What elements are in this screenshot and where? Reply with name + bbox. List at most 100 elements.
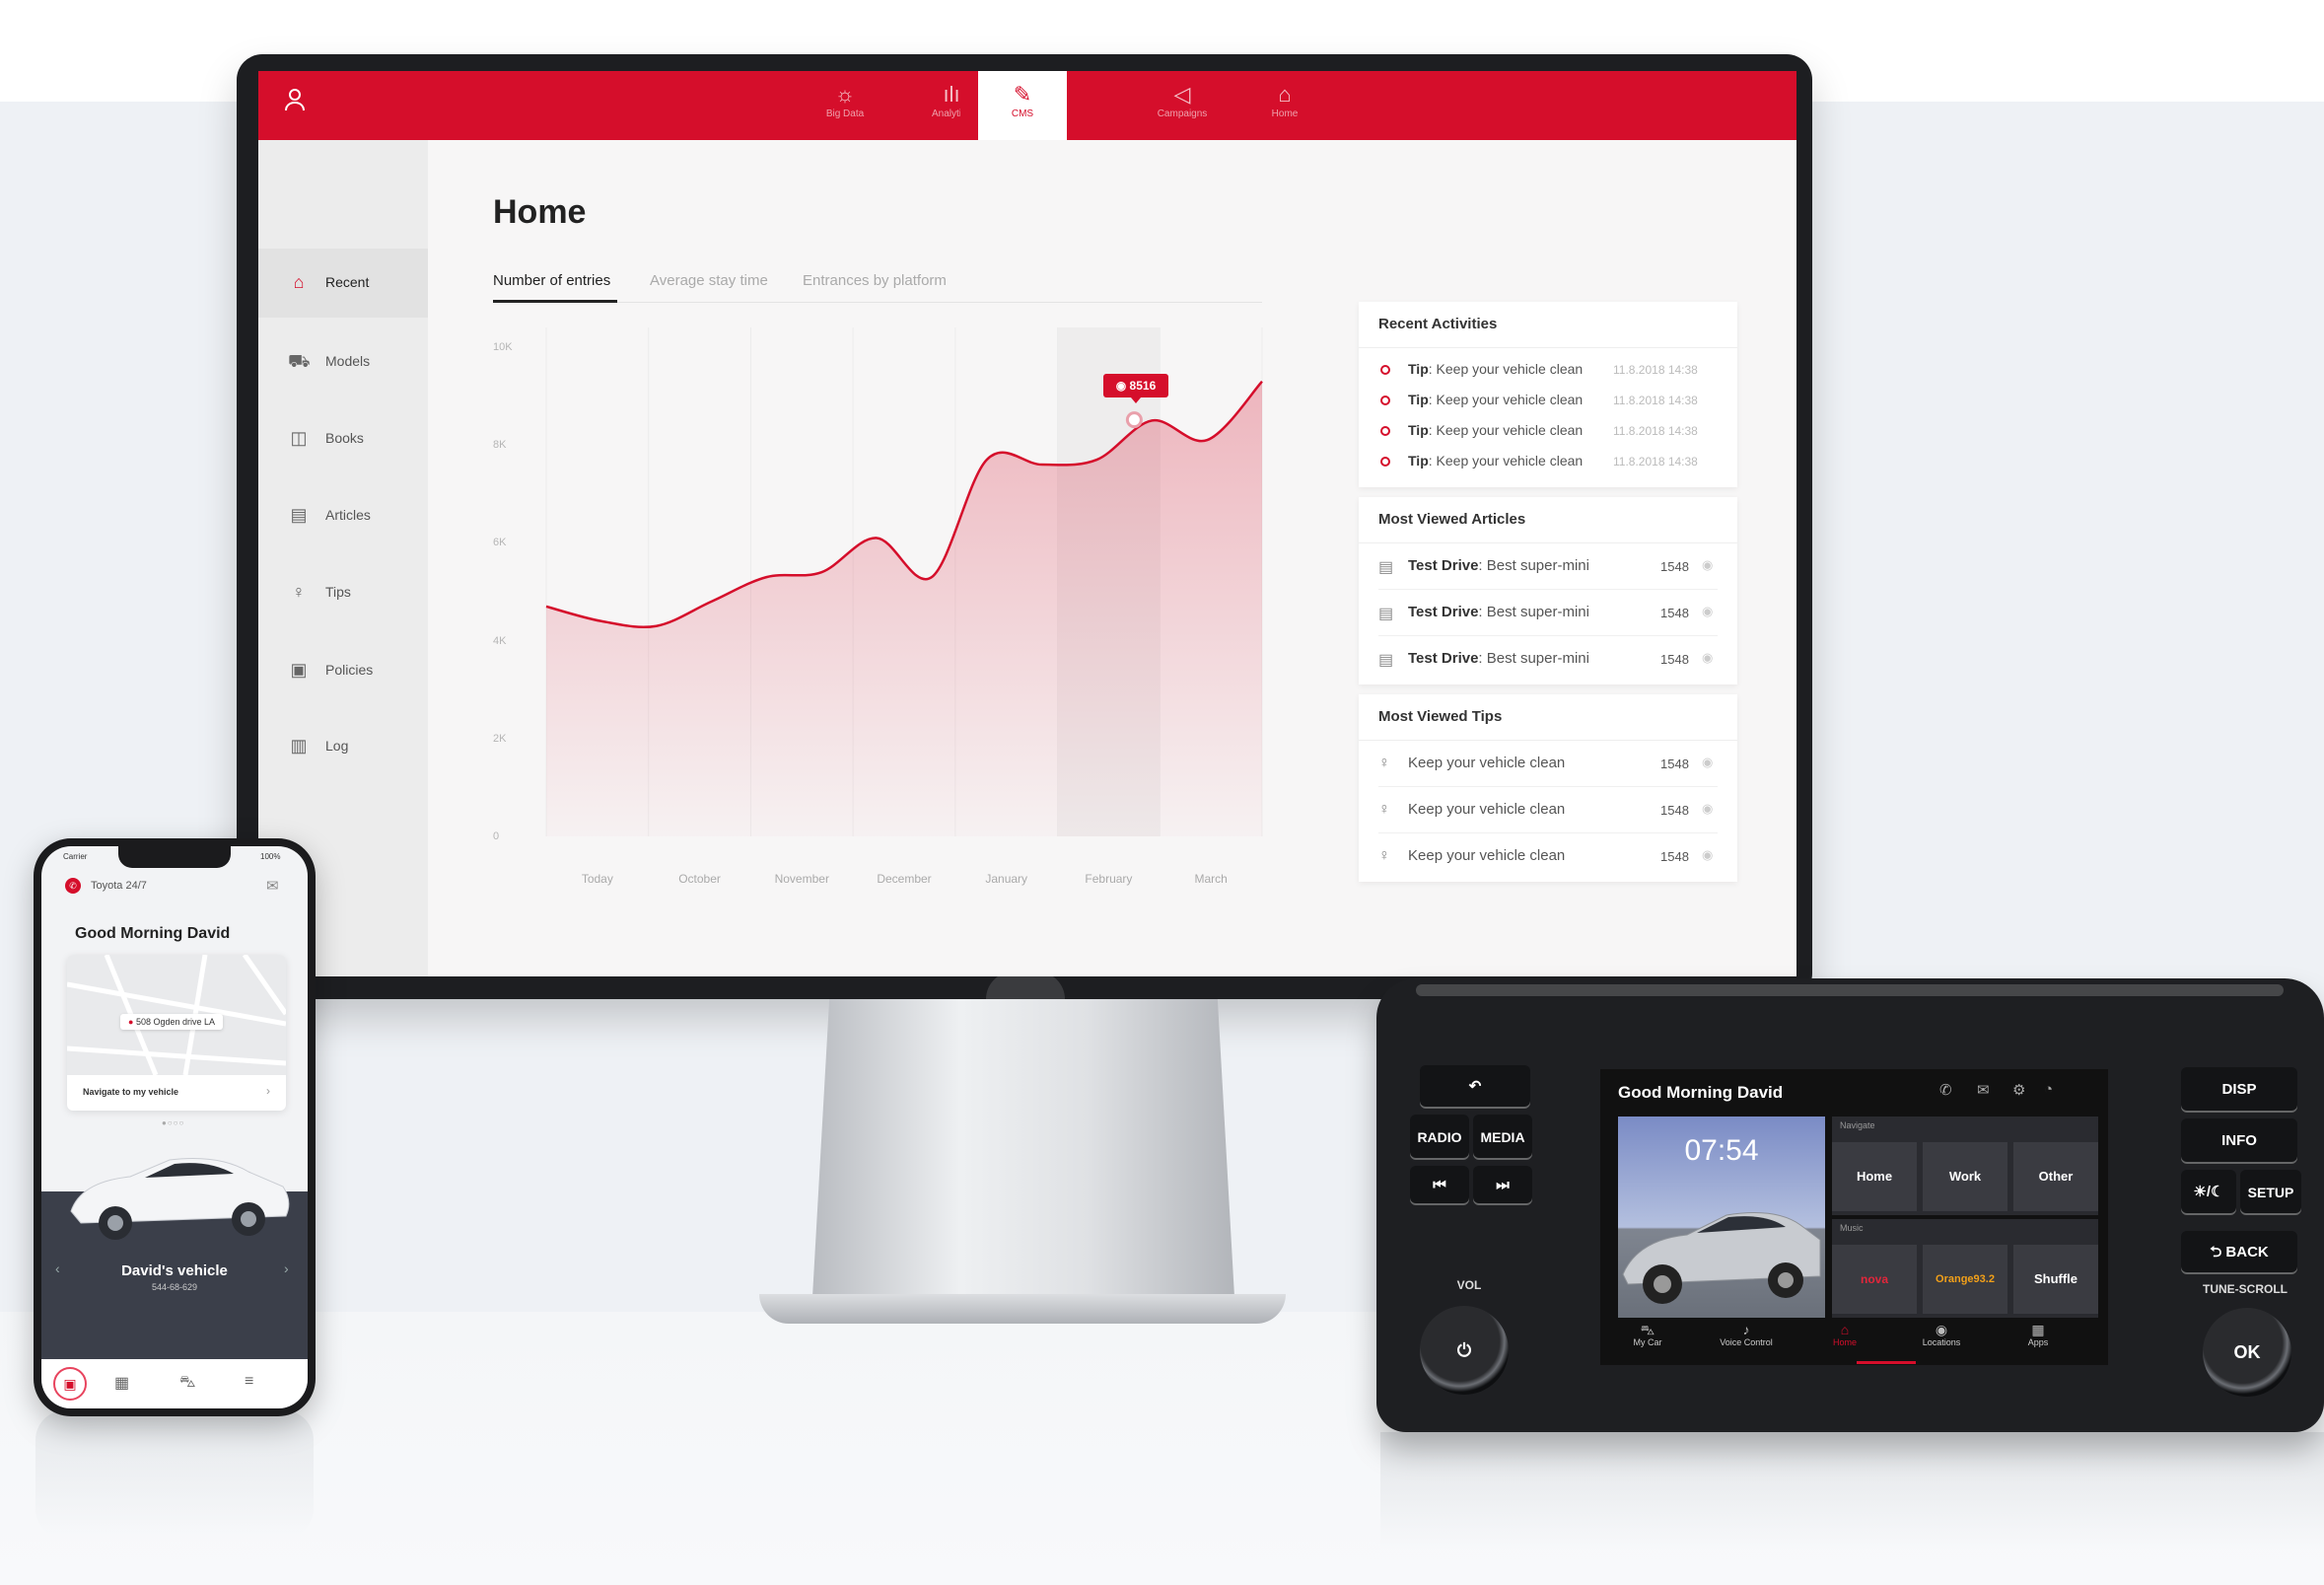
phone-reflection bbox=[35, 1410, 314, 1539]
tip-title: Keep your vehicle clean bbox=[1408, 801, 1566, 818]
eye-icon: ◉ bbox=[1115, 379, 1130, 393]
music-section: Music nova Orange93.2 Shuffle bbox=[1832, 1219, 2098, 1318]
article-row[interactable]: ▤ Test Drive: Best super-mini 1548 ◉ bbox=[1359, 590, 1737, 636]
phone-notch bbox=[118, 846, 231, 868]
tab-my-car[interactable]: ⛍ My Car bbox=[1608, 1322, 1687, 1347]
activity-row[interactable]: Tip: Keep your vehicle clean 11.8.2018 14… bbox=[1378, 359, 1724, 383]
article-category: Test Drive bbox=[1408, 604, 1479, 620]
lightbulb-icon: ♀ bbox=[1378, 755, 1390, 771]
mail-icon[interactable]: ✉ bbox=[266, 877, 279, 895]
activity-row[interactable]: Tip: Keep your vehicle clean 11.8.2018 14… bbox=[1378, 390, 1724, 413]
view-count: 1548 bbox=[1660, 803, 1689, 818]
address-text: 508 Ogden drive LA bbox=[135, 1017, 215, 1027]
cms-screen: ☼ Big Data ılı Analytics ✎ CMS ◁ Campaigns ⌂… bbox=[258, 71, 1796, 976]
pager-dots: ●○○○ bbox=[162, 1118, 185, 1127]
x-tick-label: October bbox=[678, 872, 721, 886]
map-card[interactable]: ● 508 Ogden drive LA Navigate to my vehi… bbox=[67, 955, 286, 1111]
highlight-point[interactable] bbox=[1125, 411, 1143, 429]
chart-tooltip: ◉ 8516 bbox=[1103, 374, 1168, 403]
next-track-button[interactable]: ⏭ bbox=[1473, 1166, 1532, 1205]
previous-track-button[interactable]: ⏮ bbox=[1410, 1166, 1469, 1205]
ok-knob[interactable]: OK bbox=[2203, 1308, 2291, 1397]
phone-tab-bar: ▣ ▦ ⛍ ≡ bbox=[41, 1359, 308, 1408]
back-button[interactable]: ⮌ BACK bbox=[2181, 1231, 2297, 1274]
phone-screen: Carrier 100% ✆ Toyota 24/7 ✉ Good Mornin… bbox=[41, 846, 308, 1408]
previous-icon: ⏮ bbox=[1433, 1177, 1446, 1193]
most-viewed-tips-card: Most Viewed Tips ♀ Keep your vehicle clea… bbox=[1359, 694, 1737, 882]
tip-row[interactable]: ♀ Keep your vehicle clean 1548 ◉ bbox=[1359, 787, 1737, 833]
monitor-stand bbox=[812, 999, 1234, 1297]
view-count: 1548 bbox=[1660, 849, 1689, 864]
back-icon: ⮌ bbox=[2210, 1244, 2226, 1261]
tab-dealer-icon[interactable]: ▦ bbox=[114, 1373, 129, 1393]
head-unit-reflection bbox=[1380, 1432, 2324, 1550]
navigate-link[interactable]: Navigate to my vehicle bbox=[83, 1087, 178, 1097]
radio-button[interactable]: RADIO bbox=[1410, 1115, 1469, 1160]
tab-apps[interactable]: ▦ Apps bbox=[1999, 1322, 2078, 1347]
tip-row[interactable]: ♀ Keep your vehicle clean 1548 ◉ bbox=[1359, 833, 1737, 880]
tooltip-value: 8516 bbox=[1129, 379, 1157, 393]
activity-text: : Keep your vehicle clean bbox=[1428, 453, 1584, 468]
brightness-button[interactable]: ☀/☾ bbox=[2181, 1170, 2236, 1215]
next-icon: ⏭ bbox=[1496, 1177, 1510, 1193]
home-icon: ⌂ bbox=[1840, 1322, 1850, 1337]
dot-icon bbox=[1380, 396, 1390, 405]
info-button[interactable]: INFO bbox=[2181, 1118, 2297, 1164]
lightbulb-icon: ♀ bbox=[1378, 847, 1390, 864]
head-unit-screen: Good Morning David ✆ ✉ ⚙ ◔ 07:54 Navigat… bbox=[1600, 1069, 2108, 1365]
activity-text: : Keep your vehicle clean bbox=[1428, 361, 1584, 377]
card-title: Most Viewed Tips bbox=[1378, 708, 1503, 725]
station-nova-button[interactable]: nova bbox=[1832, 1245, 1917, 1314]
mic-icon[interactable]: ◔ bbox=[2044, 1081, 2053, 1098]
tab-voice-control[interactable]: ♪ Voice Control bbox=[1707, 1322, 1786, 1347]
view-count: 1548 bbox=[1660, 652, 1689, 667]
activity-date: 11.8.2018 14:38 bbox=[1613, 363, 1698, 377]
series-area bbox=[546, 381, 1262, 836]
view-count: 1548 bbox=[1660, 606, 1689, 620]
gear-icon[interactable]: ⚙ bbox=[2012, 1081, 2025, 1099]
lightbulb-icon: ♀ bbox=[1378, 801, 1390, 818]
media-button[interactable]: MEDIA bbox=[1473, 1115, 1532, 1160]
x-tick-label: February bbox=[1085, 872, 1133, 886]
brand-label: Toyota 24/7 bbox=[91, 880, 147, 892]
vehicle-name: David's vehicle bbox=[121, 1262, 228, 1279]
menu-icon[interactable]: ≡ bbox=[245, 1373, 253, 1391]
tip-row[interactable]: ♀ Keep your vehicle clean 1548 ◉ bbox=[1359, 741, 1737, 787]
station-orange-button[interactable]: Orange93.2 bbox=[1923, 1245, 2007, 1314]
nav-home-button[interactable]: Home bbox=[1832, 1142, 1917, 1211]
tab-home[interactable]: ⌂ Home bbox=[1805, 1322, 1884, 1347]
phone-icon: ↶ bbox=[1468, 1078, 1482, 1095]
tune-scroll-label: TUNE-SCROLL bbox=[2203, 1282, 2288, 1296]
phone-call-icon[interactable]: ✆ bbox=[65, 878, 81, 894]
most-viewed-articles-card: Most Viewed Articles ▤ Test Drive: Best s… bbox=[1359, 497, 1737, 684]
volume-knob[interactable]: ⏻ bbox=[1420, 1306, 1509, 1395]
divider bbox=[1359, 347, 1737, 348]
tab-car-icon[interactable]: ⛍ bbox=[179, 1373, 196, 1393]
nav-work-button[interactable]: Work bbox=[1923, 1142, 2007, 1211]
greeting: Good Morning David bbox=[75, 925, 231, 942]
article-row[interactable]: ▤ Test Drive: Best super-mini 1548 ◉ bbox=[1359, 636, 1737, 683]
map-pin-icon: ● bbox=[128, 1017, 136, 1027]
car-image bbox=[70, 1158, 290, 1240]
address-pin: ● 508 Ogden drive LA bbox=[120, 1014, 223, 1030]
article-title: : Best super-mini bbox=[1478, 604, 1589, 620]
article-row[interactable]: ▤ Test Drive: Best super-mini 1548 ◉ bbox=[1359, 543, 1737, 590]
setup-button[interactable]: SETUP bbox=[2240, 1170, 2301, 1215]
tab-home-icon[interactable]: ▣ bbox=[53, 1367, 87, 1401]
tab-locations[interactable]: ◉ Locations bbox=[1902, 1322, 1981, 1347]
phone-hw-button[interactable]: ↶ bbox=[1420, 1065, 1530, 1109]
mail-icon[interactable]: ✉ bbox=[1977, 1081, 1990, 1099]
shuffle-button[interactable]: Shuffle bbox=[2013, 1245, 2098, 1314]
activity-date: 11.8.2018 14:38 bbox=[1613, 394, 1698, 407]
activity-row[interactable]: Tip: Keep your vehicle clean 11.8.2018 14… bbox=[1378, 420, 1724, 444]
nav-other-button[interactable]: Other bbox=[2013, 1142, 2098, 1211]
eye-icon: ◉ bbox=[1702, 650, 1714, 665]
section-label: Navigate bbox=[1840, 1120, 1875, 1130]
vehicle-plate: 544-68-629 bbox=[151, 1282, 198, 1292]
phone-icon[interactable]: ✆ bbox=[1939, 1081, 1952, 1099]
disp-button[interactable]: DISP bbox=[2181, 1067, 2297, 1113]
activity-row[interactable]: Tip: Keep your vehicle clean 11.8.2018 14… bbox=[1378, 451, 1724, 474]
eye-icon: ◉ bbox=[1702, 557, 1714, 572]
section-label: Music bbox=[1840, 1223, 1864, 1233]
activity-type: Tip bbox=[1408, 392, 1429, 407]
